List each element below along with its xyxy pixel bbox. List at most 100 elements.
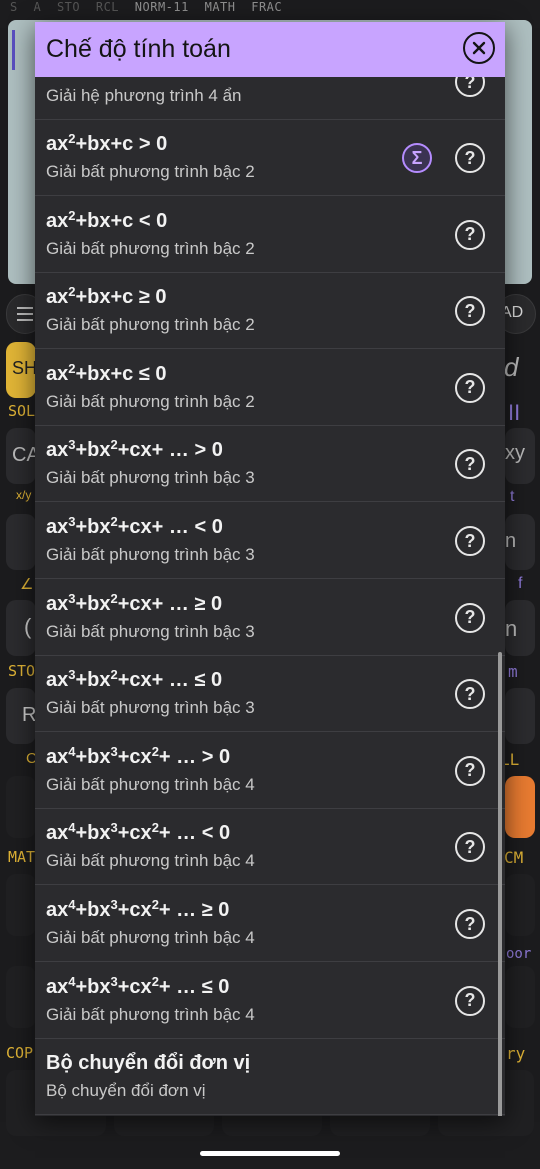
calculator-status-strip: S A STO RCL NORM-11 MATH FRAC — [0, 0, 540, 16]
scrollbar[interactable] — [498, 652, 502, 1116]
angle-label: ∠ — [20, 576, 34, 593]
list-item-title: ax3+bx2+cx+ … > 0 — [46, 438, 223, 462]
list-item-subtitle: Giải bất phương trình bậc 3 — [46, 468, 255, 488]
key-row7-left[interactable] — [6, 874, 36, 936]
help-icon: ? — [464, 300, 476, 321]
help-icon: ? — [464, 77, 476, 92]
help-button[interactable]: ? — [455, 985, 485, 1016]
title-segment: ax — [46, 669, 69, 692]
exponent: 2 — [110, 667, 118, 683]
solve-label: SOL — [8, 402, 36, 420]
power-key-label: xy — [505, 442, 525, 464]
list-item[interactable]: ax3+bx2+cx+ … > 0 Giải bất phương trình b… — [35, 426, 505, 503]
help-button[interactable]: ? — [455, 526, 485, 556]
open-paren-label: ( — [24, 614, 32, 639]
list-item-title: ax3+bx2+cx+ … ≤ 0 — [46, 667, 223, 692]
mplus-key[interactable] — [505, 688, 535, 744]
list-item[interactable]: ax4+bx3+cx2+ … ≤ 0 Giải bất phương trình … — [35, 963, 505, 1039]
list-item[interactable]: Bộ chuyển đổi đơn vị Bộ chuyển đổi đơn vị — [35, 1039, 505, 1116]
list-item[interactable]: ax2+bx+c > 0 Giải bất phương trình bậc 2 Σ… — [35, 120, 505, 196]
list-item[interactable]: ax3+bx2+cx+ … ≥ 0 Giải bất phương trình b… — [35, 580, 505, 656]
dialog-header: Chế độ tính toán — [35, 22, 505, 77]
rcl-key[interactable]: R — [6, 688, 36, 744]
title-segment: ax — [46, 592, 69, 615]
list-item-title: ax2+bx+c ≤ 0 — [46, 362, 167, 386]
ln-key-label: n — [505, 530, 517, 552]
sum-button[interactable]: Σ — [402, 143, 432, 173]
help-button[interactable]: ? — [455, 755, 485, 786]
shift-key[interactable]: SH — [6, 342, 38, 398]
list-item[interactable]: ax3+bx2+cx+ … ≤ 0 Giải bất phương trình b… — [35, 656, 505, 733]
help-button[interactable]: ? — [455, 372, 485, 403]
help-icon: ? — [464, 224, 476, 245]
mode-list[interactable]: Giải hệ phương trình 4 ẩn ? ax2+bx+c > 0… — [35, 77, 505, 1116]
help-button[interactable]: ? — [455, 296, 485, 327]
history-label: ry — [506, 1044, 526, 1063]
list-item[interactable]: ax4+bx3+cx2+ … > 0 Giải bất phương trình … — [35, 733, 505, 809]
key-row8-left[interactable] — [6, 966, 36, 1028]
title-segment: ax — [46, 899, 69, 921]
exponent: 3 — [110, 820, 118, 836]
help-button[interactable]: ? — [455, 77, 485, 97]
status-indicator-frac: FRAC — [251, 0, 283, 14]
exponent: 3 — [110, 973, 118, 989]
shift-key-label: SH — [12, 358, 38, 378]
help-button[interactable]: ? — [455, 602, 485, 633]
derivative-label: d — [504, 352, 519, 382]
key-row7-right[interactable] — [505, 874, 535, 936]
title-segment: +cx+ … ≥ 0 — [117, 592, 223, 615]
calc-key[interactable]: CA — [6, 428, 40, 484]
list-item[interactable]: ax2+bx+c ≥ 0 Giải bất phương trình bậc 2? — [35, 273, 505, 350]
key-row6-left[interactable] — [6, 776, 36, 838]
close-button[interactable] — [463, 32, 495, 64]
list-item-partial[interactable]: Giải hệ phương trình 4 ẩn ? — [35, 77, 505, 120]
dialog-title: Chế độ tính toán — [46, 35, 231, 63]
key-row8-right[interactable] — [505, 966, 535, 1028]
help-button[interactable]: ? — [455, 679, 485, 710]
power-key[interactable]: xy — [505, 428, 535, 484]
title-segment: +cx+ … ≤ 0 — [117, 669, 223, 692]
help-icon: ? — [464, 607, 476, 628]
copy-label: COP — [6, 1044, 34, 1062]
list-item-subtitle: Giải bất phương trình bậc 3 — [46, 545, 255, 564]
ln-key[interactable]: n — [505, 514, 535, 570]
exponent: 2 — [151, 743, 159, 759]
title-segment: +bx+c ≤ 0 — [75, 362, 167, 385]
help-button[interactable]: ? — [455, 832, 485, 863]
help-button[interactable]: ? — [455, 449, 485, 480]
help-icon: ? — [464, 760, 476, 781]
help-button[interactable]: ? — [455, 219, 485, 250]
list-item-subtitle: Giải bất phương trình bậc 4 — [46, 774, 255, 794]
title-segment: +bx — [75, 669, 111, 692]
lcm-label: CM — [504, 848, 524, 867]
list-item[interactable]: ax4+bx3+cx2+ … < 0 Giải bất phương trình … — [35, 809, 505, 886]
ac-key[interactable] — [505, 776, 535, 838]
list-item[interactable]: ax2+bx+c < 0 Giải bất phương trình bậc 2? — [35, 197, 505, 273]
list-item[interactable]: ax3+bx2+cx+ … < 0 Giải bất phương trình b… — [35, 503, 505, 579]
list-item[interactable]: ax4+bx3+cx2+ … ≥ 0 Giải bất phương trình … — [35, 886, 505, 962]
tan-key[interactable]: n — [505, 600, 535, 656]
list-item-subtitle: Giải bất phương trình bậc 4 — [46, 851, 255, 871]
list-item-title: ax3+bx2+cx+ … ≥ 0 — [46, 592, 223, 616]
home-indicator[interactable] — [200, 1151, 340, 1156]
key-row3-left[interactable] — [6, 514, 36, 570]
list-item-title: ax4+bx3+cx2+ … ≥ 0 — [46, 898, 229, 922]
help-button[interactable]: ? — [455, 143, 485, 173]
status-indicator-sto: STO — [56, 0, 81, 14]
open-paren-key[interactable]: ( — [6, 600, 36, 656]
status-indicator-math: MATH — [204, 0, 236, 14]
title-segment: ax — [46, 745, 69, 768]
input-cursor — [12, 30, 15, 70]
list-item[interactable]: ax2+bx+c ≤ 0 Giải bất phương trình bậc 2? — [35, 350, 505, 426]
list-item-title: ax2+bx+c < 0 — [46, 209, 168, 233]
title-segment: ax — [46, 133, 69, 155]
title-segment: +cx — [117, 822, 152, 845]
title-segment: ax — [46, 439, 69, 462]
sto-label: STO — [8, 662, 36, 680]
help-button[interactable]: ? — [455, 909, 485, 939]
title-segment: +bx+c ≥ 0 — [75, 286, 167, 309]
list-item-title: ax4+bx3+cx2+ … < 0 — [46, 820, 230, 845]
title-segment: +bx+c < 0 — [75, 209, 168, 232]
list-item-subtitle: Giải bất phương trình bậc 2 — [46, 238, 255, 258]
title-segment: +bx — [75, 975, 111, 998]
